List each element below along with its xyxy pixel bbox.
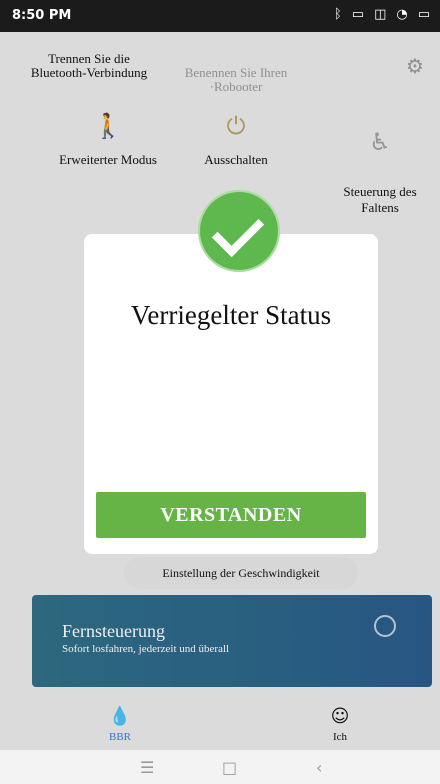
bluetooth-icon: ᛒ [333, 7, 342, 22]
wifi-icon: ◔ [396, 7, 408, 22]
dialog-title: Verriegelter Status [130, 300, 332, 330]
back-icon[interactable]: ‹ [316, 758, 322, 777]
battery-saver-icon: ◫ [374, 7, 387, 22]
sim-icon: ▭ [351, 7, 365, 22]
app-screen: 8:50 PM ᛒ ▭ ◫ ◔ ▭ Trennen Sie die Blueto… [0, 0, 440, 750]
locked-status-dialog: Verriegelter Status VERSTANDEN [84, 234, 378, 554]
understood-button[interactable]: VERSTANDEN [96, 492, 366, 538]
status-time: 8:50 PM [12, 8, 72, 23]
home-square-icon[interactable]: □ [222, 758, 237, 777]
status-icons: ᛒ ▭ ◫ ◔ ▭ [334, 7, 430, 22]
checkmark-icon [198, 190, 280, 272]
status-bar: 8:50 PM ᛒ ▭ ◫ ◔ ▭ [0, 0, 440, 32]
battery-icon: ▭ [417, 7, 430, 22]
menu-icon[interactable]: ☰ [140, 758, 154, 777]
speed-setting-button[interactable]: Einstellung der Geschwindigkeit [124, 557, 358, 589]
system-nav-bar: ☰ □ ‹ [0, 752, 440, 784]
